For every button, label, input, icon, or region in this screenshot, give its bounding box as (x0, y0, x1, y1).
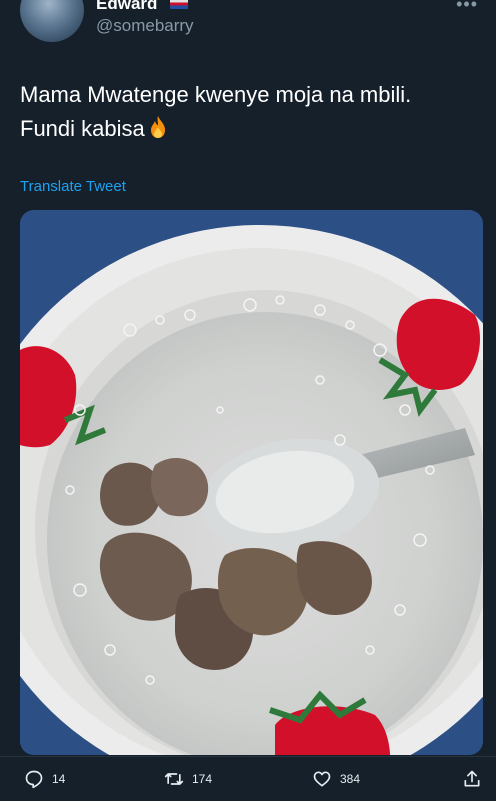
reply-icon (25, 770, 43, 789)
retweet-button[interactable]: 174 (164, 769, 212, 789)
share-icon (464, 770, 480, 787)
heart-icon (313, 771, 331, 787)
tweet-text: Mama Mwatenge kwenye moja na mbili. Fund… (20, 78, 480, 146)
tweet-action-bar: 14 174 384 (0, 756, 496, 801)
author-name[interactable]: Edward (96, 0, 157, 14)
tweet-text-line2-wrap: Fundi kabisa (20, 112, 480, 146)
soup-bowl-photo (20, 210, 483, 755)
fire-icon (150, 116, 165, 138)
like-count: 384 (340, 772, 361, 786)
flag-icon (170, 0, 188, 9)
author-handle[interactable]: @somebarry (96, 16, 194, 36)
tweet-media-photo[interactable] (20, 210, 483, 755)
translate-tweet-link[interactable]: Translate Tweet (20, 178, 126, 195)
tweet-text-line1: Mama Mwatenge kwenye moja na mbili. (20, 82, 412, 107)
tweet-text-line2: Fundi kabisa (20, 116, 145, 141)
retweet-icon (164, 773, 184, 785)
reply-count: 14 (52, 772, 66, 786)
reply-button[interactable]: 14 (24, 769, 65, 789)
like-button[interactable]: 384 (312, 769, 360, 789)
share-button[interactable] (462, 769, 482, 789)
avatar[interactable] (20, 0, 84, 42)
retweet-count: 174 (192, 772, 213, 786)
more-options-icon[interactable]: ••• (456, 0, 478, 15)
